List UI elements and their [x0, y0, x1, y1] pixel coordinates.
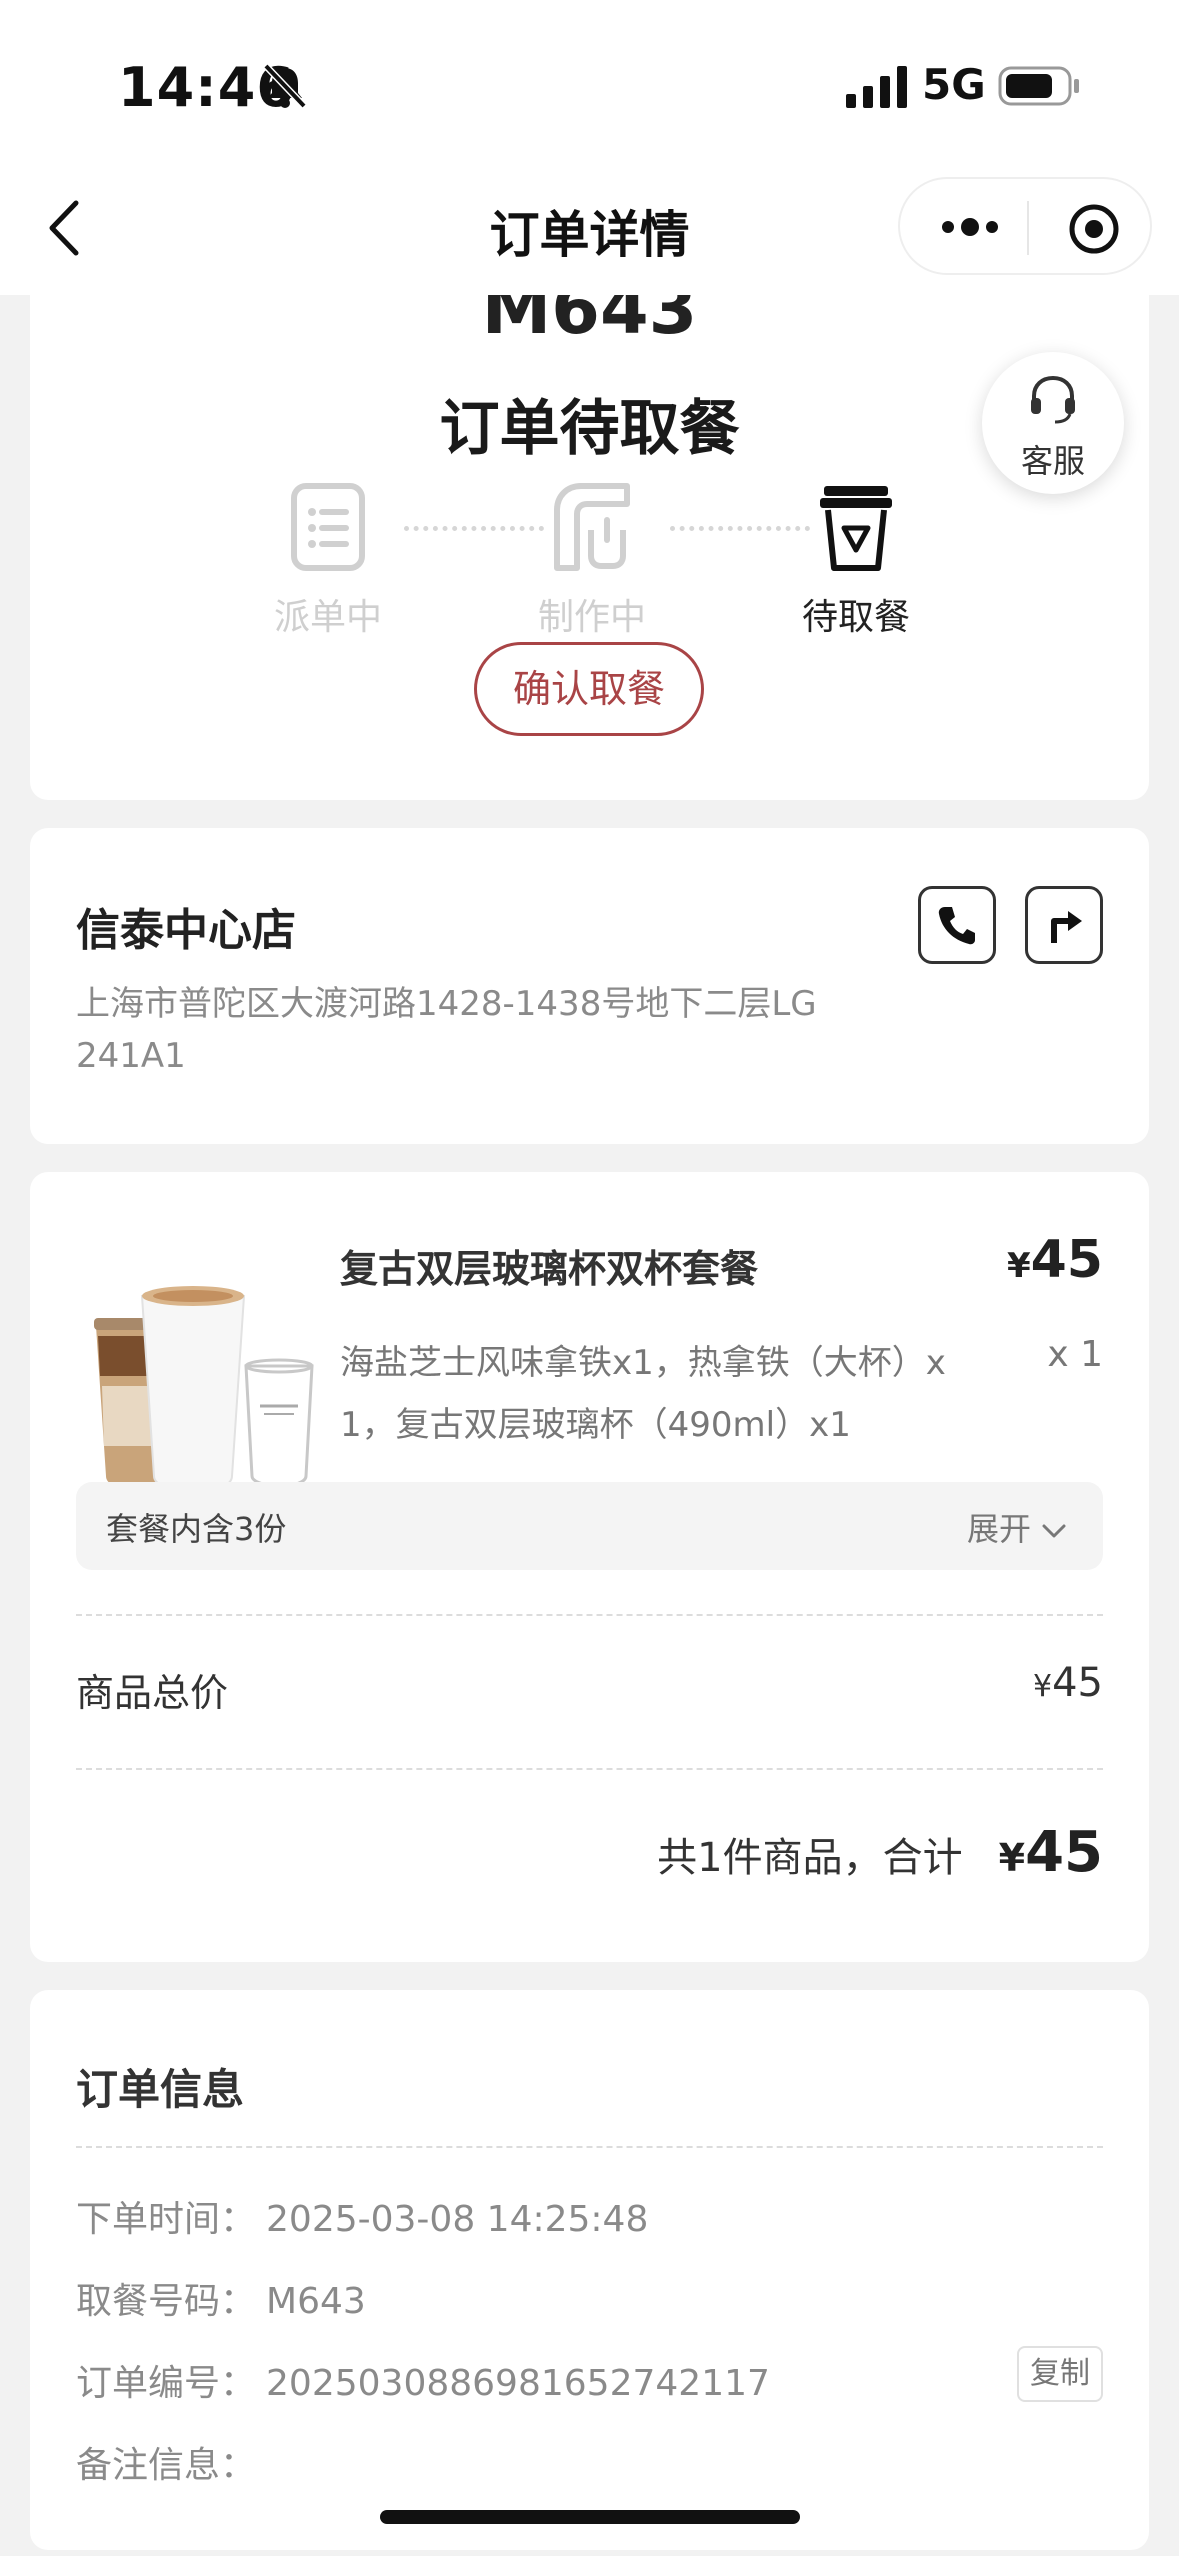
mini-program-capsule [898, 177, 1152, 275]
product-card: 复古双层玻璃杯双杯套餐 ¥45 海盐芝士风味拿铁x1，热拿铁（大杯）x 1，复古… [30, 1172, 1149, 1962]
info-label: 下单时间： [76, 2199, 257, 2240]
order-info-card: 订单信息 下单时间： 2025-03-08 14:25:48 取餐号码： M643 … [30, 1990, 1149, 2550]
confirm-pickup-button[interactable]: 确认取餐 [474, 642, 704, 736]
currency-symbol: ¥ [998, 1836, 1026, 1880]
copy-order-number-button[interactable]: 复制 [1017, 2346, 1103, 2402]
close-mini-program-icon[interactable] [1068, 203, 1120, 255]
status-bar: 14:46 5G [0, 0, 1179, 175]
combo-contents-row[interactable]: 套餐内含3份 展开 [76, 1482, 1103, 1570]
currency-symbol: ¥ [1033, 1669, 1053, 1704]
product-quantity: x 1 [1047, 1334, 1103, 1375]
order-status-card: M643 订单待取餐 派单中 制作中 待取餐 确认取餐 [30, 250, 1149, 800]
order-time-row: 下单时间： 2025-03-08 14:25:48 [76, 2190, 648, 2242]
call-store-button[interactable] [918, 886, 996, 964]
step-label: 制作中 [537, 597, 646, 638]
directions-icon [1051, 911, 1082, 943]
chevron-down-icon [1042, 1524, 1066, 1538]
customer-service-label: 客服 [1020, 442, 1085, 480]
store-name: 信泰中心店 [76, 905, 296, 956]
more-icon[interactable] [940, 209, 1000, 245]
remarks-row: 备注信息： [76, 2436, 266, 2488]
product-image [76, 1246, 328, 1514]
step-label: 待取餐 [801, 597, 910, 638]
customer-service-button[interactable]: 客服 [982, 352, 1124, 494]
store-card: 信泰中心店 上海市普陀区大渡河路1428-1438号地下二层LG 241A1 [30, 828, 1149, 1144]
info-value: 2025030886981652742117 [266, 2363, 770, 2404]
capsule-divider [1027, 201, 1029, 255]
step-label: 派单中 [273, 597, 382, 638]
network-type: 5G [922, 60, 986, 109]
order-number-row: 订单编号： 2025030886981652742117 [76, 2354, 770, 2406]
home-indicator[interactable] [380, 2510, 800, 2524]
expand-toggle[interactable]: 展开 [967, 1504, 1067, 1550]
info-label: 取餐号码： [76, 2281, 257, 2322]
store-address: 上海市普陀区大渡河路1428-1438号地下二层LG 241A1 [76, 984, 817, 1076]
step-ready: 待取餐 [776, 480, 936, 640]
info-label: 备注信息： [76, 2445, 257, 2486]
order-total: 共1件商品，合计 ¥45 [657, 1820, 1103, 1885]
nav-bar: 订单详情 [0, 175, 1179, 295]
subtotal-amount: 45 [1052, 1660, 1103, 1706]
price-amount: 45 [1030, 1230, 1103, 1290]
headset-icon [1031, 375, 1075, 424]
subtotal-value: ¥45 [1033, 1660, 1103, 1706]
divider [76, 2146, 1103, 2148]
phone-icon [938, 907, 975, 945]
currency-symbol: ¥ [1006, 1246, 1031, 1286]
product-description: 海盐芝士风味拿铁x1，热拿铁（大杯）x 1，复古双层玻璃杯（490ml）x1 [340, 1343, 946, 1445]
bell-off-icon [263, 63, 307, 109]
product-price: ¥45 [1007, 1230, 1103, 1290]
combo-label: 套餐内含3份 [106, 1510, 287, 1548]
coffee-machine-icon [554, 483, 630, 571]
battery-icon [998, 66, 1079, 106]
step-making: 制作中 [512, 480, 672, 640]
info-value: M643 [266, 2281, 366, 2322]
divider [76, 1614, 1103, 1616]
info-label: 订单编号： [76, 2363, 257, 2404]
info-value: 2025-03-08 14:25:48 [266, 2199, 649, 2240]
expand-label: 展开 [966, 1510, 1031, 1548]
pickup-number-row: 取餐号码： M643 [76, 2272, 366, 2324]
product-name: 复古双层玻璃杯双杯套餐 [340, 1247, 759, 1291]
signal-icon [846, 66, 907, 108]
divider [76, 1768, 1103, 1770]
step-dispatching: 派单中 [248, 480, 408, 640]
navigate-store-button[interactable] [1025, 886, 1103, 964]
order-info-title: 订单信息 [76, 2065, 245, 2114]
takeaway-cup-icon [820, 486, 892, 571]
subtotal-label: 商品总价 [76, 1671, 229, 1715]
total-text: 共1件商品，合计 [657, 1835, 963, 1881]
total-amount: 45 [1025, 1820, 1103, 1885]
clipboard-list-icon [291, 483, 365, 571]
